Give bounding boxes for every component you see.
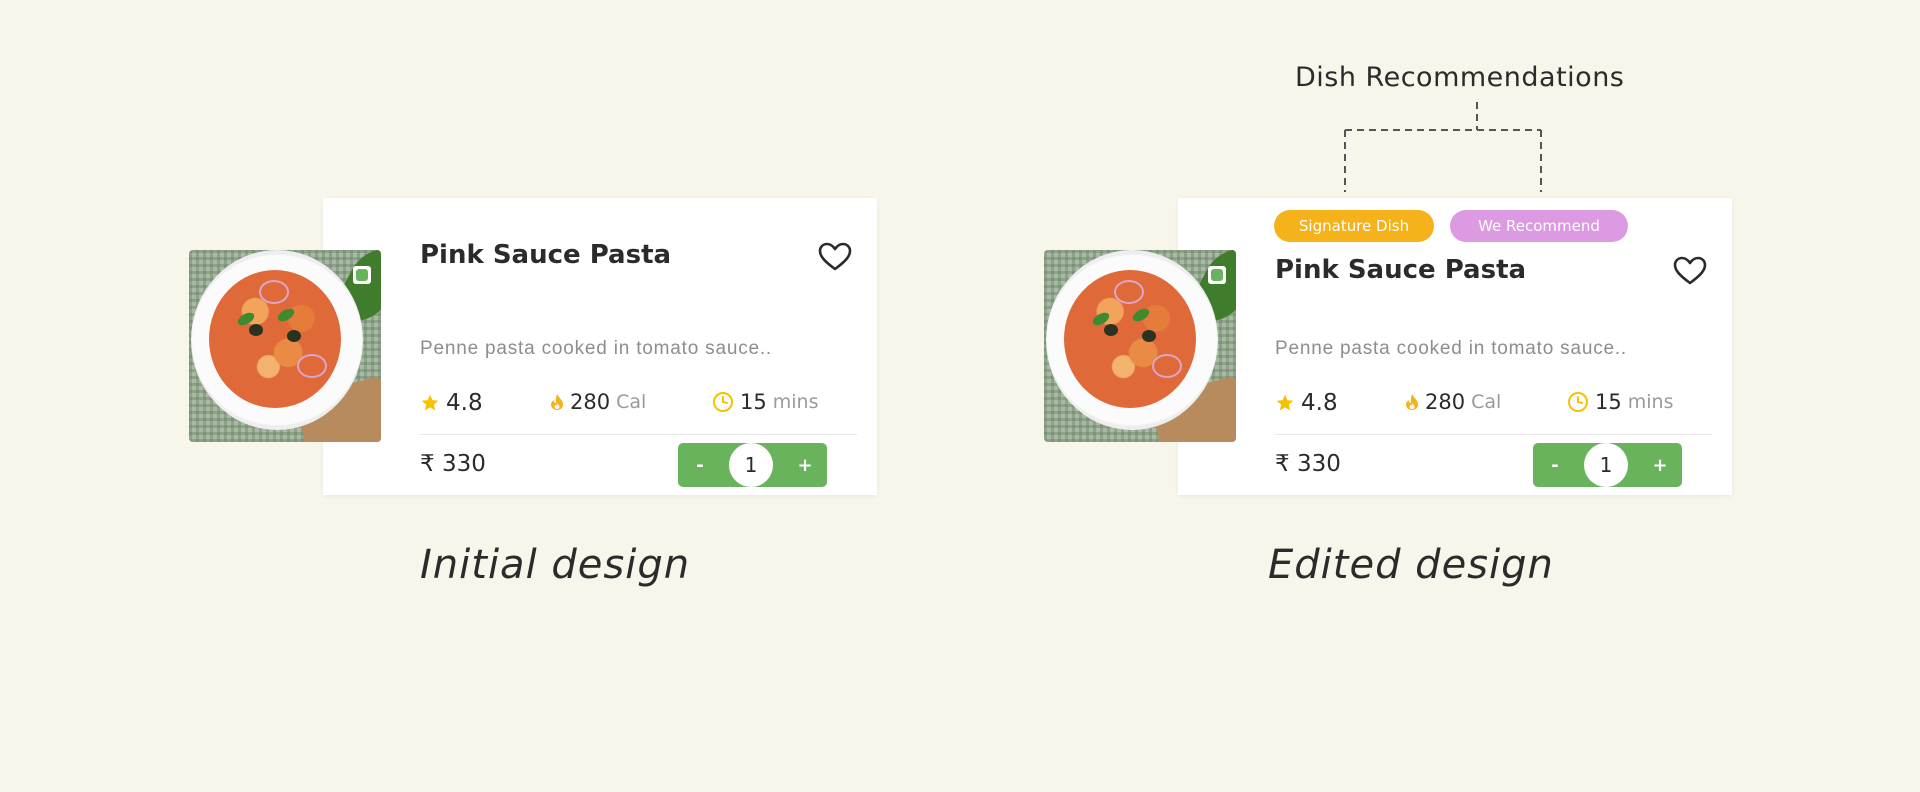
signature-dish-tag: Signature Dish — [1274, 210, 1434, 242]
dish-meta-row: 4.8 280 Cal 15 mins — [420, 390, 860, 420]
we-recommend-tag: We Recommend — [1450, 210, 1628, 242]
dish-image — [189, 250, 381, 442]
heart-icon[interactable] — [1673, 256, 1707, 286]
calories-value: 280 — [570, 390, 611, 414]
quantity-value: 1 — [1584, 443, 1628, 487]
price: ₹ 330 — [1275, 451, 1341, 477]
time-value: 15 — [1595, 390, 1622, 414]
dish-card[interactable]: Signature Dish We Recommend Pink Sauce P… — [1178, 198, 1732, 495]
dish-image — [1044, 250, 1236, 442]
increase-button[interactable]: + — [1638, 443, 1682, 487]
decrease-button[interactable]: - — [1533, 443, 1577, 487]
annotation-title: Dish Recommendations — [1295, 62, 1625, 93]
dish-description: Penne pasta cooked in tomato sauce.. — [1275, 338, 1628, 359]
heart-icon[interactable] — [818, 242, 852, 272]
time-unit: mins — [1627, 391, 1674, 413]
calories-value: 280 — [1425, 390, 1466, 414]
star-icon — [1276, 394, 1294, 411]
veg-icon — [353, 266, 371, 284]
quantity-stepper[interactable]: - 1 + — [1533, 443, 1682, 487]
dish-name: Pink Sauce Pasta — [1275, 255, 1527, 285]
rating-value: 4.8 — [446, 390, 483, 416]
flame-icon — [1406, 394, 1418, 410]
prep-time: 15 mins — [712, 390, 818, 414]
flame-icon — [551, 394, 563, 410]
rating: 4.8 — [420, 390, 483, 416]
rating-value: 4.8 — [1301, 390, 1338, 416]
dish-meta-row: 4.8 280 Cal 15 mins — [1275, 390, 1715, 420]
clock-icon — [713, 392, 733, 412]
clock-icon — [1568, 392, 1588, 412]
veg-icon — [1208, 266, 1226, 284]
prep-time: 15 mins — [1567, 390, 1673, 414]
calories: 280 Cal — [550, 390, 646, 414]
initial-design-panel: Pink Sauce Pasta Penne pasta cooked in t… — [0, 0, 960, 792]
dish-description: Penne pasta cooked in tomato sauce.. — [420, 338, 773, 359]
divider — [1275, 434, 1712, 435]
calories: 280 Cal — [1405, 390, 1501, 414]
dish-card[interactable]: Pink Sauce Pasta Penne pasta cooked in t… — [323, 198, 877, 495]
quantity-stepper[interactable]: - 1 + — [678, 443, 827, 487]
annotation-bracket — [1344, 102, 1542, 192]
star-icon — [421, 394, 439, 411]
calories-unit: Cal — [616, 391, 647, 413]
design-caption: Initial design — [420, 542, 691, 588]
calories-unit: Cal — [1471, 391, 1502, 413]
time-unit: mins — [772, 391, 819, 413]
time-value: 15 — [740, 390, 767, 414]
design-caption: Edited design — [1268, 542, 1554, 588]
increase-button[interactable]: + — [783, 443, 827, 487]
decrease-button[interactable]: - — [678, 443, 722, 487]
divider — [420, 434, 857, 435]
rating: 4.8 — [1275, 390, 1338, 416]
dish-name: Pink Sauce Pasta — [420, 240, 672, 270]
edited-design-panel: Dish Recommendations Signature Dish We R… — [855, 0, 1815, 792]
quantity-value: 1 — [729, 443, 773, 487]
price: ₹ 330 — [420, 451, 486, 477]
